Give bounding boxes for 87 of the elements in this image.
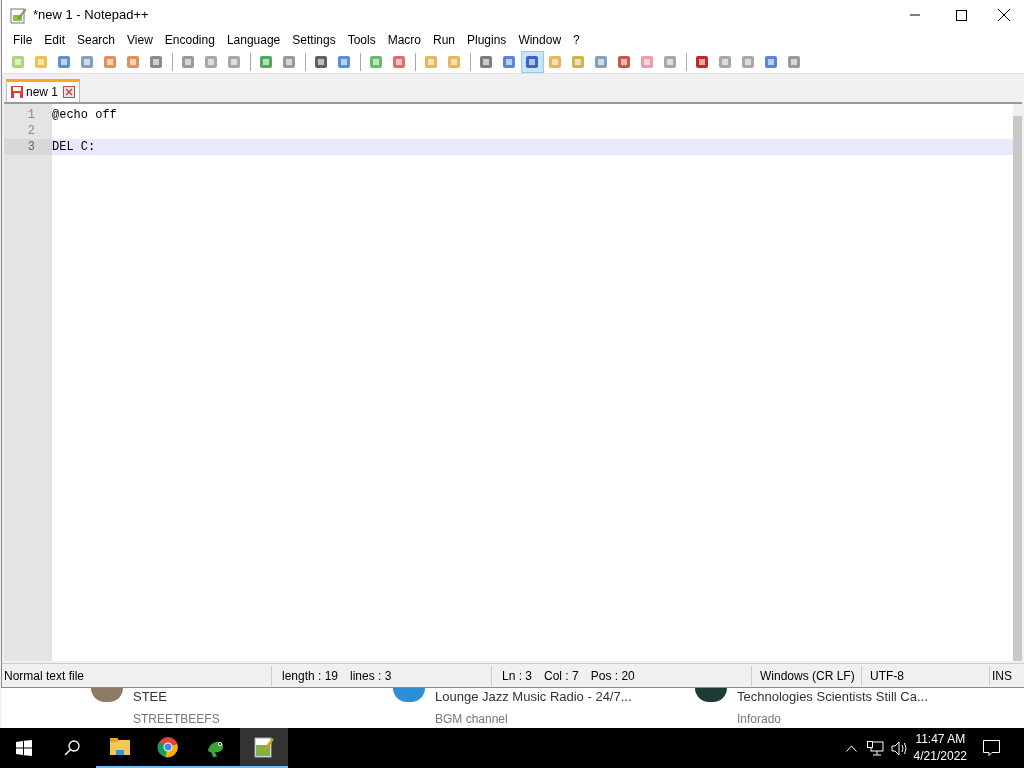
browser-icon xyxy=(157,736,179,758)
taskbar-app-button[interactable] xyxy=(240,728,288,768)
square-icon xyxy=(313,53,330,70)
square-icon xyxy=(33,53,50,70)
menu-item[interactable]: Window xyxy=(513,31,567,49)
clock-time[interactable]: 11:47 AM xyxy=(915,731,966,748)
close-icon xyxy=(998,9,1010,21)
square-icon xyxy=(203,53,220,70)
square-icon xyxy=(786,53,803,70)
menu-item[interactable]: Macro xyxy=(382,31,426,49)
square-icon xyxy=(694,53,711,70)
square-icon xyxy=(478,53,495,70)
menu-item[interactable]: Settings xyxy=(287,31,341,49)
line-ending: Windows (CR LF) xyxy=(760,667,855,685)
square-icon xyxy=(180,53,197,70)
menu-item[interactable]: Language xyxy=(221,31,286,49)
cursor-position: Col : 7 xyxy=(544,667,579,685)
menu-item[interactable]: Tools xyxy=(342,31,381,49)
square-icon xyxy=(258,53,275,70)
menu-item[interactable]: Encoding xyxy=(159,31,220,49)
cursor-position: Pos : 20 xyxy=(590,667,635,685)
notepad-icon xyxy=(253,736,275,758)
notification-icon[interactable] xyxy=(983,740,1000,756)
insert-mode: INS xyxy=(992,667,1012,685)
square-icon xyxy=(446,53,463,70)
line-number: 3 xyxy=(4,139,52,155)
menu-item[interactable]: File xyxy=(8,31,38,49)
square-icon xyxy=(639,53,656,70)
menu-item[interactable]: Plugins xyxy=(462,31,512,49)
start-icon[interactable] xyxy=(16,740,32,756)
square-icon xyxy=(148,53,165,70)
volume-icon[interactable] xyxy=(890,740,908,756)
clock-date[interactable]: 4/21/2022 xyxy=(913,748,967,765)
square-icon xyxy=(501,53,518,70)
video-title[interactable]: Technologies Scientists Still Ca... xyxy=(737,690,928,704)
square-icon xyxy=(79,53,96,70)
cursor-position: Ln : 3 xyxy=(502,667,532,685)
square-icon xyxy=(717,53,734,70)
square-icon xyxy=(593,53,610,70)
scrollbar[interactable] xyxy=(1013,104,1022,661)
menu-item[interactable]: Search xyxy=(72,31,121,49)
square-icon xyxy=(281,53,298,70)
square-icon xyxy=(10,53,27,70)
document-stats: length : 19 xyxy=(282,667,339,685)
line-number: 2 xyxy=(26,123,36,139)
square-icon xyxy=(570,53,587,70)
channel-avatar xyxy=(91,688,123,702)
tab-label: new 1 xyxy=(26,84,58,101)
window-title: *new 1 - Notepad++ xyxy=(33,6,149,25)
video-title[interactable]: STEE xyxy=(133,690,220,704)
maximize-icon xyxy=(955,9,967,21)
file-encoding: UTF-8 xyxy=(870,667,904,685)
close-icon[interactable] xyxy=(63,86,75,98)
video-title[interactable]: Lounge Jazz Music Radio - 24/7... xyxy=(435,690,632,704)
channel-avatar xyxy=(695,688,727,702)
square-icon xyxy=(662,53,679,70)
square-icon xyxy=(391,53,408,70)
network-icon[interactable] xyxy=(866,740,884,756)
notepad-icon xyxy=(10,6,27,24)
square-icon xyxy=(423,53,440,70)
folder-icon xyxy=(109,736,131,758)
document-stats: lines : 3 xyxy=(350,667,392,685)
square-icon xyxy=(226,53,243,70)
square-icon xyxy=(547,53,564,70)
square-icon xyxy=(336,53,353,70)
toolbar-button[interactable] xyxy=(521,50,544,73)
menu-item[interactable]: View xyxy=(122,31,158,49)
square-icon xyxy=(616,53,633,70)
square-icon xyxy=(763,53,780,70)
file-type: Normal text file xyxy=(4,667,84,685)
menu-item[interactable]: ? xyxy=(568,31,585,49)
square-icon xyxy=(125,53,142,70)
channel-name[interactable]: BGM channel xyxy=(435,710,632,728)
search-icon[interactable] xyxy=(64,740,80,756)
square-icon xyxy=(56,53,73,70)
square-icon xyxy=(368,53,385,70)
square-icon xyxy=(740,53,757,70)
line-number: 1 xyxy=(26,107,36,123)
square-icon xyxy=(102,53,119,70)
menu-item[interactable]: Run xyxy=(428,31,460,49)
channel-name[interactable]: Inforado xyxy=(737,710,928,728)
document-tab[interactable]: new 1 xyxy=(6,79,80,102)
show-hidden-icons-icon[interactable] xyxy=(845,744,857,752)
channel-name[interactable]: STREETBEEFS xyxy=(133,710,220,728)
channel-avatar xyxy=(393,688,425,702)
square-icon xyxy=(524,53,541,70)
menu-item[interactable]: Edit xyxy=(39,31,70,49)
